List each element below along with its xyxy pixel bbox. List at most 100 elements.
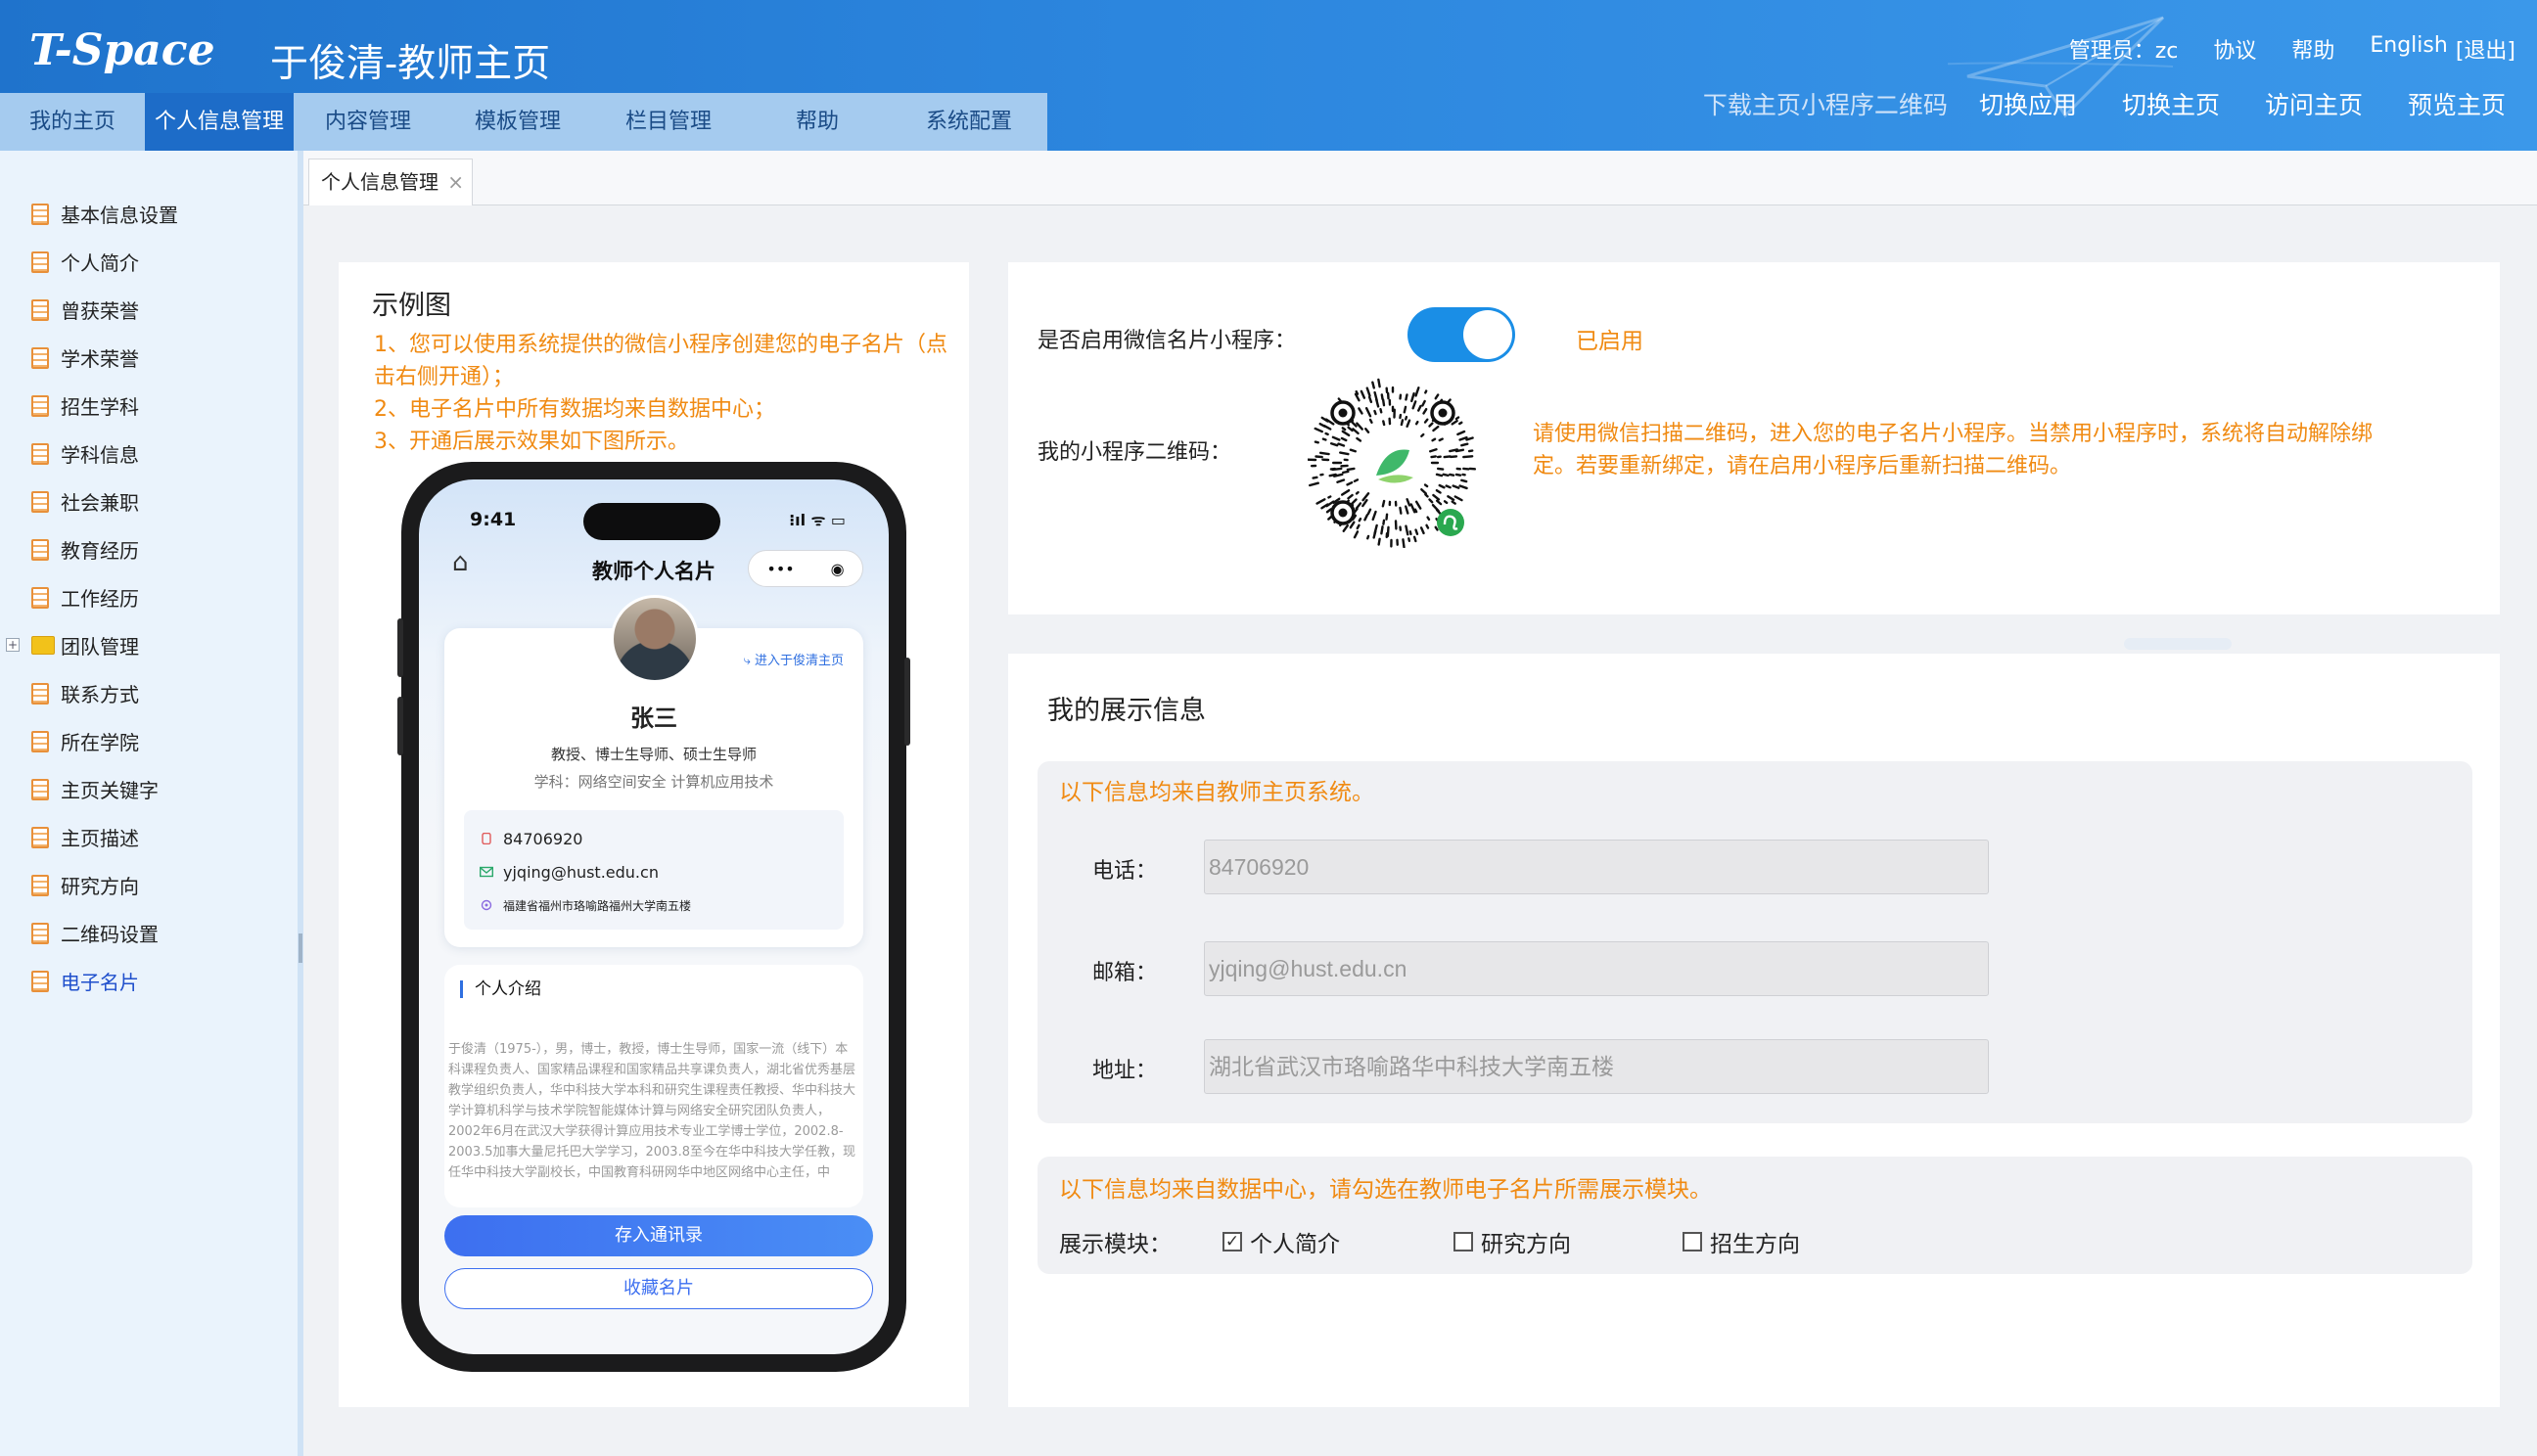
sidebar-item-label: 曾获荣誉 [61, 299, 139, 323]
address-field[interactable]: 湖北省武汉市珞喻路华中科技大学南五楼 [1204, 1039, 1989, 1094]
nav-content-management[interactable]: 内容管理 [294, 93, 442, 151]
homepage-info-box: 以下信息均来自教师主页系统。 电话： 84706920 邮箱： yjqing@h… [1038, 761, 2472, 1123]
app-actions: 下载主页小程序二维码 切换应用 切换主页 访问主页 预览主页 [1703, 86, 2506, 121]
help-link[interactable]: 帮助 [2291, 33, 2334, 65]
sidebar-item-subject-info[interactable]: 学科信息 [0, 430, 298, 478]
sidebar-item-keywords[interactable]: 主页关键字 [0, 765, 298, 813]
agreement-link[interactable]: 协议 [2213, 33, 2256, 65]
drag-handle [2124, 638, 2232, 650]
sidebar-item-description[interactable]: 主页描述 [0, 813, 298, 861]
expand-icon[interactable]: + [6, 638, 20, 652]
tab-bar: 个人信息管理 × [303, 151, 2537, 205]
nav-template-management[interactable]: 模板管理 [442, 93, 593, 151]
checkbox-icon[interactable] [1683, 1232, 1702, 1251]
top-links: 管理员：zc 协议 帮助 English [退出] [2069, 33, 2515, 65]
logo: T-Space [29, 25, 215, 75]
switch-home-button[interactable]: 切换主页 [2122, 86, 2220, 121]
card-email: yjqing@hust.edu.cn [503, 862, 659, 882]
sidebar-item-college[interactable]: 所在学院 [0, 717, 298, 765]
card-role: 教授、博士生导师、硕士生导师 [550, 746, 757, 763]
sidebar-item-label: 招生学科 [61, 395, 139, 419]
logout-link[interactable]: [退出] [2456, 33, 2515, 65]
module-checkbox-research[interactable]: 研究方向 [1453, 1225, 1683, 1258]
sidebar-item-admission-subjects[interactable]: 招生学科 [0, 382, 298, 430]
checkbox-icon[interactable] [1453, 1232, 1473, 1251]
mail-icon [480, 866, 493, 878]
sidebar-item-honors[interactable]: 曾获荣誉 [0, 286, 298, 334]
qr-note: 请使用微信扫描二维码，进入您的电子名片小程序。当禁用小程序时，系统将自动解除绑定… [1533, 422, 2374, 478]
download-qr-button[interactable]: 下载主页小程序二维码 [1703, 86, 1948, 121]
sidebar-item-label: 所在学院 [61, 731, 139, 754]
sidebar-item-qrcode[interactable]: 二维码设置 [0, 909, 298, 957]
visit-home-button[interactable]: 访问主页 [2265, 86, 2363, 121]
email-field[interactable]: yjqing@hust.edu.cn [1204, 941, 1989, 996]
sidebar-item-label: 二维码设置 [61, 923, 159, 946]
folder-icon [31, 636, 55, 655]
example-notes: 1、您可以使用系统提供的微信小程序创建您的电子名片（点击右侧开通）； 2、电子名… [374, 329, 951, 458]
site-title: 于俊清-教师主页 [270, 42, 551, 86]
modules-box: 以下信息均来自数据中心，请勾选在教师电子名片所需展示模块。 展示模块： ✓ 个人简… [1038, 1157, 2472, 1274]
sidebar-item-label: 联系方式 [61, 683, 139, 706]
phone-side-button [397, 697, 403, 755]
card-name: 张三 [630, 705, 677, 732]
sidebar-item-label: 工作经历 [61, 587, 139, 611]
language-link[interactable]: English [2370, 33, 2447, 65]
close-icon[interactable]: × [447, 159, 464, 205]
enable-label: 是否启用微信名片小程序： [1038, 329, 1297, 353]
sidebar-item-academic-honors[interactable]: 学术荣誉 [0, 334, 298, 382]
phone-mockup: 9:41 ⁝ıl ᯤ ▭ ⌂ 教师个人名片 ••• ◉ ⤷ 进入于俊清主页 张三 … [397, 462, 910, 1372]
document-icon [31, 250, 49, 273]
card-email-row: yjqing@hust.edu.cn [480, 855, 844, 888]
enable-toggle[interactable] [1407, 307, 1515, 362]
sidebar-item-profile[interactable]: 个人简介 [0, 238, 298, 286]
sidebar-item-contact[interactable]: 联系方式 [0, 669, 298, 717]
enter-home-label: 进入于俊清主页 [754, 654, 844, 668]
sidebar-item-label: 电子名片 [61, 971, 139, 994]
display-info-panel: 我的展示信息 以下信息均来自教师主页系统。 电话： 84706920 邮箱： y… [1008, 654, 2500, 1407]
sidebar-item-team-management[interactable]: + 团队管理 [0, 621, 298, 669]
sidebar-item-social-positions[interactable]: 社会兼职 [0, 478, 298, 525]
checkbox-icon[interactable]: ✓ [1222, 1232, 1242, 1251]
example-note: 3、开通后展示效果如下图所示。 [374, 430, 689, 454]
sidebar-item-work-experience[interactable]: 工作经历 [0, 573, 298, 621]
sidebar-item-basic-info[interactable]: 基本信息设置 [0, 190, 298, 238]
card-phone: 84706920 [503, 829, 583, 848]
sidebar-item-label: 团队管理 [61, 635, 139, 659]
nav-system-config[interactable]: 系统配置 [891, 93, 1047, 151]
sidebar-item-research[interactable]: 研究方向 [0, 861, 298, 909]
document-icon [31, 203, 49, 225]
example-note: 1、您可以使用系统提供的微信小程序创建您的电子名片（点击右侧开通）； [374, 333, 947, 389]
phone-screen: 9:41 ⁝ıl ᯤ ▭ ⌂ 教师个人名片 ••• ◉ ⤷ 进入于俊清主页 张三 … [419, 479, 889, 1354]
intro-title: 个人介绍 [460, 980, 541, 998]
nav-my-home[interactable]: 我的主页 [0, 93, 145, 151]
phone-label: 电话： [1092, 859, 1158, 884]
preview-home-button[interactable]: 预览主页 [2408, 86, 2506, 121]
tab-profile-management[interactable]: 个人信息管理 × [308, 159, 473, 205]
switch-app-button[interactable]: 切换应用 [1979, 86, 2077, 121]
document-icon [31, 490, 49, 513]
toggle-knob [1463, 310, 1512, 359]
phone-field[interactable]: 84706920 [1204, 840, 1989, 894]
sidebar-item-business-card[interactable]: 电子名片 [0, 957, 298, 1005]
qr-label: 我的小程序二维码： [1038, 440, 1232, 465]
miniprogram-qr-code [1308, 378, 1477, 548]
status-icons: ⁝ıl ᯤ ▭ [789, 511, 846, 529]
sidebar-resizer[interactable] [299, 933, 302, 963]
module-checkbox-admission[interactable]: 招生方向 [1683, 1225, 1800, 1258]
sidebar-item-label: 研究方向 [61, 875, 139, 898]
phone-icon [482, 833, 491, 844]
sidebar-item-label: 学术荣誉 [61, 347, 139, 371]
more-icon: ••• [766, 559, 795, 578]
save-contact-button: 存入通讯录 [444, 1215, 873, 1256]
sidebar-item-education[interactable]: 教育经历 [0, 525, 298, 573]
content-area: 个人信息管理 × 示例图 1、您可以使用系统提供的微信小程序创建您的电子名片（点击… [303, 151, 2537, 1456]
card-address-row: 福建省福州市珞喻路福州大学南五楼 [480, 888, 844, 922]
nav-column-management[interactable]: 栏目管理 [593, 93, 744, 151]
example-panel: 示例图 1、您可以使用系统提供的微信小程序创建您的电子名片（点击右侧开通）； 2… [339, 262, 969, 1407]
nav-profile-management[interactable]: 个人信息管理 [145, 93, 294, 151]
source-note: 以下信息均来自教师主页系统。 [1059, 780, 1374, 805]
favorite-card-button: 收藏名片 [444, 1268, 873, 1309]
nav-help[interactable]: 帮助 [744, 93, 891, 151]
module-label: 个人简介 [1250, 1232, 1340, 1257]
module-checkbox-profile[interactable]: ✓ 个人简介 [1222, 1225, 1453, 1258]
